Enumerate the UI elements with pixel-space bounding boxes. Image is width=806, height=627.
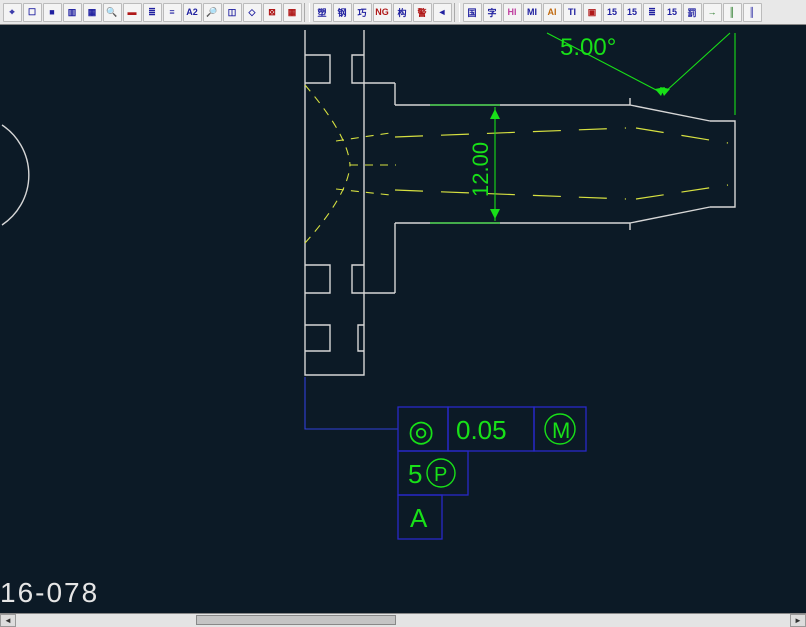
- toolbar-cn-qiao-button[interactable]: 巧: [353, 3, 372, 22]
- toolbar-box-red-button[interactable]: ▣: [583, 3, 602, 22]
- scrollbar-horizontal[interactable]: ◄ ►: [0, 613, 806, 627]
- toolbar-magnify2-button[interactable]: 🔎: [203, 3, 222, 22]
- toolbar-mi-button[interactable]: MI: [523, 3, 542, 22]
- fcf-tol: 0.05: [456, 415, 507, 445]
- fcf-datum: A: [410, 503, 428, 533]
- toolbar-hi-button[interactable]: HI: [503, 3, 522, 22]
- toolbar-bars-green-button[interactable]: ║: [723, 3, 742, 22]
- cad-toolbar: ⌖☐■▥▦🔍▬≣≡A2🔎◫◇⊠▦塑钢巧NG构警◄国字HIMIAITI▣1515≣…: [0, 0, 806, 25]
- drawing-svg: 5.00° 12.00 ◎ 0.05: [0, 25, 806, 627]
- toolbar-cn-su-button[interactable]: 塑: [313, 3, 332, 22]
- toolbar-arrow-rt-button[interactable]: →: [703, 3, 722, 22]
- toolbar-h15-button[interactable]: 15: [603, 3, 622, 22]
- toolbar-column-button[interactable]: ▥: [63, 3, 82, 22]
- toolbar-axis-button[interactable]: ⌖: [3, 3, 22, 22]
- toolbar-ortho-button[interactable]: ◇: [243, 3, 262, 22]
- toolbar-layers-button[interactable]: ≣: [643, 3, 662, 22]
- toolbar-h15b-button[interactable]: 15: [623, 3, 642, 22]
- toolbar-list-button[interactable]: ≣: [143, 3, 162, 22]
- toolbar-h15c-button[interactable]: 15: [663, 3, 682, 22]
- toolbar-cn-guo-button[interactable]: 国: [463, 3, 482, 22]
- toolbar-cn-gou-button[interactable]: 构: [393, 3, 412, 22]
- dim-linear-text: 12.00: [468, 142, 493, 197]
- fcf-symbol: ◎: [408, 415, 434, 448]
- toolbar-grid-red-button[interactable]: ▦: [283, 3, 302, 22]
- toolbar-cn-jing-button[interactable]: 警: [413, 3, 432, 22]
- toolbar-magnify-button[interactable]: 🔍: [103, 3, 122, 22]
- toolbar-bars-button[interactable]: ≡: [163, 3, 182, 22]
- fcf-leader: [305, 377, 398, 429]
- fcf-row2-val: 5: [408, 459, 422, 489]
- part-outline: [2, 30, 735, 375]
- toolbar-prev-icon-button[interactable]: ◄: [433, 3, 452, 22]
- toolbar-ng-button[interactable]: NG: [373, 3, 392, 22]
- toolbar-table-button[interactable]: ▦: [83, 3, 102, 22]
- scroll-track[interactable]: [16, 614, 790, 627]
- fcf-mod1: M: [552, 418, 570, 443]
- toolbar-cn-si-button[interactable]: 罰: [683, 3, 702, 22]
- toolbar-profile-button[interactable]: ☐: [23, 3, 42, 22]
- toolbar-a2-button[interactable]: A2: [183, 3, 202, 22]
- toolbar-bars-cyan-button[interactable]: ║: [743, 3, 762, 22]
- toolbar-box-x-button[interactable]: ⊠: [263, 3, 282, 22]
- scroll-thumb[interactable]: [196, 615, 396, 625]
- hidden-lines: [395, 128, 728, 199]
- toolbar-ti-button[interactable]: TI: [563, 3, 582, 22]
- scroll-right-arrow[interactable]: ►: [790, 614, 806, 627]
- scroll-left-arrow[interactable]: ◄: [0, 614, 16, 627]
- toolbar-ai-button[interactable]: AI: [543, 3, 562, 22]
- fcf-mod2: P: [434, 464, 447, 486]
- toolbar-cn-gang-button[interactable]: 钢: [333, 3, 352, 22]
- toolbar-separator: [454, 3, 460, 22]
- drawing-canvas[interactable]: 5.00° 12.00 ◎ 0.05: [0, 25, 806, 627]
- toolbar-cn-zi-button[interactable]: 字: [483, 3, 502, 22]
- toolbar-separator: [304, 3, 310, 22]
- toolbar-rect-fill-button[interactable]: ▬: [123, 3, 142, 22]
- toolbar-solid-button[interactable]: ■: [43, 3, 62, 22]
- dim-angle-text: 5.00°: [560, 34, 616, 61]
- toolbar-box3d-button[interactable]: ◫: [223, 3, 242, 22]
- hidden-curve: [305, 85, 396, 243]
